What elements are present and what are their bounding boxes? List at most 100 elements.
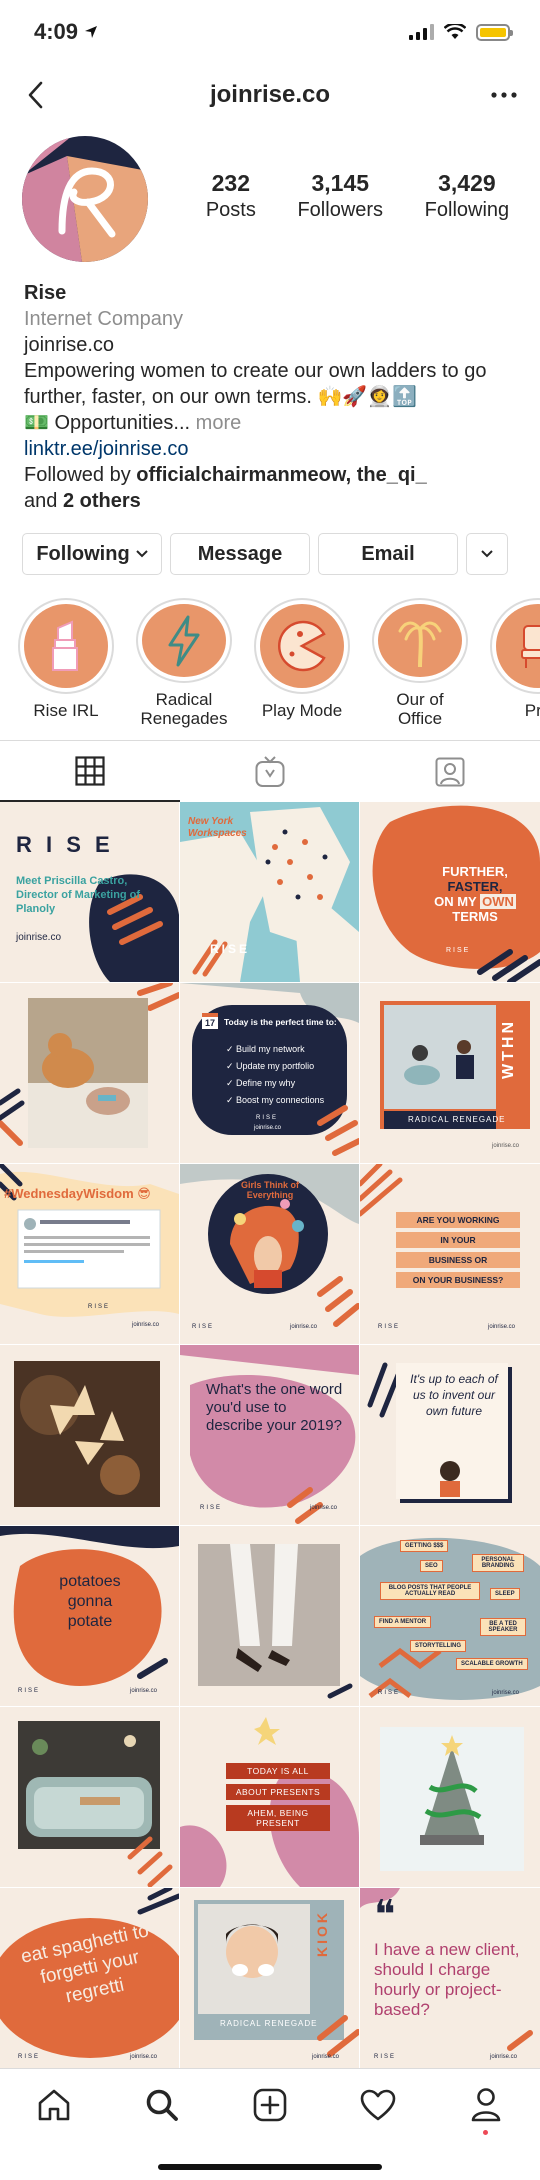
new-post-icon: [253, 2088, 287, 2122]
post-brand: RISE: [378, 1690, 401, 1696]
post-brand: RISE: [88, 1304, 111, 1310]
post-artwork: [180, 1888, 359, 2068]
bubble: SCALABLE GROWTH: [456, 1658, 528, 1670]
post-tile[interactable]: GETTING $$$ SEO PERSONAL BRANDING BLOG P…: [360, 1526, 540, 1706]
post-footer: joinrise.co: [312, 2054, 340, 2060]
profile-username: joinrise.co: [209, 81, 331, 108]
post-line-part: ON MY: [434, 894, 481, 909]
question-line: ARE YOU WORKING: [396, 1212, 520, 1228]
bio-external-link[interactable]: linktr.ee/joinrise.co: [24, 436, 524, 462]
post-footer: joinrise.co: [130, 1688, 158, 1694]
post-footer: joinrise.co: [488, 1324, 516, 1330]
stat-posts[interactable]: 232 Posts: [206, 170, 256, 222]
post-tile[interactable]: KIOK RADICAL RENEGADE joinrise.co: [180, 1888, 359, 2068]
suggested-accounts-button[interactable]: [466, 533, 508, 575]
following-button[interactable]: Following: [22, 533, 162, 575]
chevron-down-icon: [481, 550, 493, 558]
post-footer: joinrise.co: [16, 932, 62, 943]
post-footer: joinrise.co: [290, 1324, 318, 1330]
cellular-signal-icon: [409, 24, 434, 40]
followed-by[interactable]: Followed by officialchairmanmeow, the_qi…: [24, 462, 524, 488]
post-brand: RISE: [200, 1505, 223, 1511]
tab-tagged[interactable]: [360, 741, 540, 802]
post-tile[interactable]: potatoes gonna potate RISE joinrise.co: [0, 1526, 179, 1706]
highlight-radical-renegades[interactable]: Radical Renegades: [136, 598, 232, 728]
post-tile[interactable]: WTHN RADICAL RENEGADE joinrise.co: [360, 983, 540, 1163]
followed-by-more[interactable]: and 2 others: [24, 488, 524, 514]
post-tile[interactable]: [0, 983, 179, 1163]
highlight-pre[interactable]: Pre: [490, 598, 540, 728]
post-side-label: WTHN: [500, 1019, 517, 1079]
more-options-button[interactable]: [486, 78, 522, 112]
location-arrow-icon: [85, 26, 98, 38]
bio-category: Internet Company: [24, 308, 183, 330]
highlight-cover: [496, 604, 540, 688]
bio-description-line: further, faster, on our own terms. 🙌🚀👩‍🚀…: [24, 386, 418, 408]
nav-activity[interactable]: [348, 2083, 408, 2127]
bio-description-line: Empowering women to create our own ladde…: [24, 360, 487, 382]
post-tile[interactable]: ARE YOU WORKING IN YOUR BUSINESS OR ON Y…: [360, 1164, 540, 1344]
palm-tree-icon: [398, 621, 442, 667]
chair-icon: [521, 625, 540, 668]
post-brand: R I S E: [16, 832, 114, 857]
post-tile[interactable]: It's up to each of us to invent our own …: [360, 1345, 540, 1525]
tab-grid[interactable]: [0, 741, 180, 802]
post-text-block: potatoes gonna potate: [40, 1572, 140, 1632]
post-tile[interactable]: [0, 1345, 179, 1525]
bubble: PERSONAL BRANDING: [472, 1554, 524, 1572]
profile-actions: Following Message Email: [22, 533, 518, 575]
highlight-our-of-office[interactable]: Our of Office: [372, 598, 468, 728]
post-tile[interactable]: What's the one word you'd use to describ…: [180, 1345, 359, 1525]
post-label: RADICAL RENEGADE: [220, 2019, 318, 2028]
post-tile[interactable]: [360, 1707, 540, 1887]
post-tile[interactable]: R I S E Meet Priscilla Castro, Director …: [0, 802, 179, 982]
profile-avatar[interactable]: [22, 136, 148, 262]
post-tile[interactable]: [180, 1526, 359, 1706]
nav-profile[interactable]: [456, 2083, 516, 2135]
followed-by-others: 2 others: [62, 490, 141, 512]
post-tile[interactable]: [0, 1707, 179, 1887]
post-photo: [180, 1526, 359, 1706]
post-line: potatoes: [59, 1573, 121, 1590]
nav-new-post[interactable]: [240, 2083, 300, 2127]
post-footer: joinrise.co: [492, 1143, 520, 1149]
tab-igtv[interactable]: [180, 741, 360, 802]
followed-by-and: and: [24, 490, 58, 512]
email-button-label: Email: [361, 542, 415, 565]
activity-icon: [360, 2089, 396, 2121]
post-line: TERMS: [452, 909, 498, 924]
post-line: gonna: [67, 1593, 113, 1610]
post-tile[interactable]: TODAY IS ALL ABOUT PRESENTS AHEM, BEING …: [180, 1707, 359, 1887]
highlight-ring: [490, 598, 540, 694]
post-brand: RISE: [18, 1688, 41, 1694]
post-tile[interactable]: eat spaghetti to forgetti your regretti …: [0, 1888, 179, 2068]
post-tile[interactable]: #WednesdayWisdom 😎 RISE joinrise.co: [0, 1164, 179, 1344]
message-button[interactable]: Message: [170, 533, 310, 575]
nav-home[interactable]: [24, 2083, 84, 2127]
bubble: GETTING $$$: [400, 1540, 449, 1552]
stat-value: 3,145: [311, 170, 370, 196]
bio-name: Rise: [24, 282, 67, 304]
bottom-navigation: [0, 2068, 540, 2180]
followed-by-prefix: Followed by: [24, 464, 131, 486]
post-tile[interactable]: New York Workspaces RISE: [180, 802, 359, 982]
highlight-rise-irl[interactable]: Rise IRL: [18, 598, 114, 728]
time-text: 4:09: [34, 19, 79, 44]
highlight-play-mode[interactable]: Play Mode: [254, 598, 350, 728]
post-tile[interactable]: ❝ I have a new client, should I charge h…: [360, 1888, 540, 2068]
stat-followers[interactable]: 3,145 Followers: [297, 170, 383, 222]
post-line: FURTHER,: [442, 864, 508, 879]
highlight-label: Radical Renegades: [140, 690, 228, 728]
post-tile[interactable]: 17 Today is the perfect time to: ✓ Build…: [180, 983, 359, 1163]
back-button[interactable]: [20, 78, 50, 112]
email-button[interactable]: Email: [318, 533, 458, 575]
post-tile[interactable]: Girls Think of Everything RISE joinrise.…: [180, 1164, 359, 1344]
profile-bio: Rise Internet Company joinrise.co Empowe…: [24, 280, 524, 514]
bio-more-link[interactable]: more: [196, 412, 242, 434]
post-tile[interactable]: FURTHER, FASTER, ON MY OWN TERMS RISE: [360, 802, 540, 982]
post-photo: [360, 1707, 540, 1887]
stat-label: Followers: [297, 199, 384, 221]
checklist: ✓ Build my network ✓ Update my portfolio…: [226, 1041, 324, 1109]
nav-search[interactable]: [132, 2083, 192, 2127]
stat-following[interactable]: 3,429 Following: [425, 170, 509, 222]
